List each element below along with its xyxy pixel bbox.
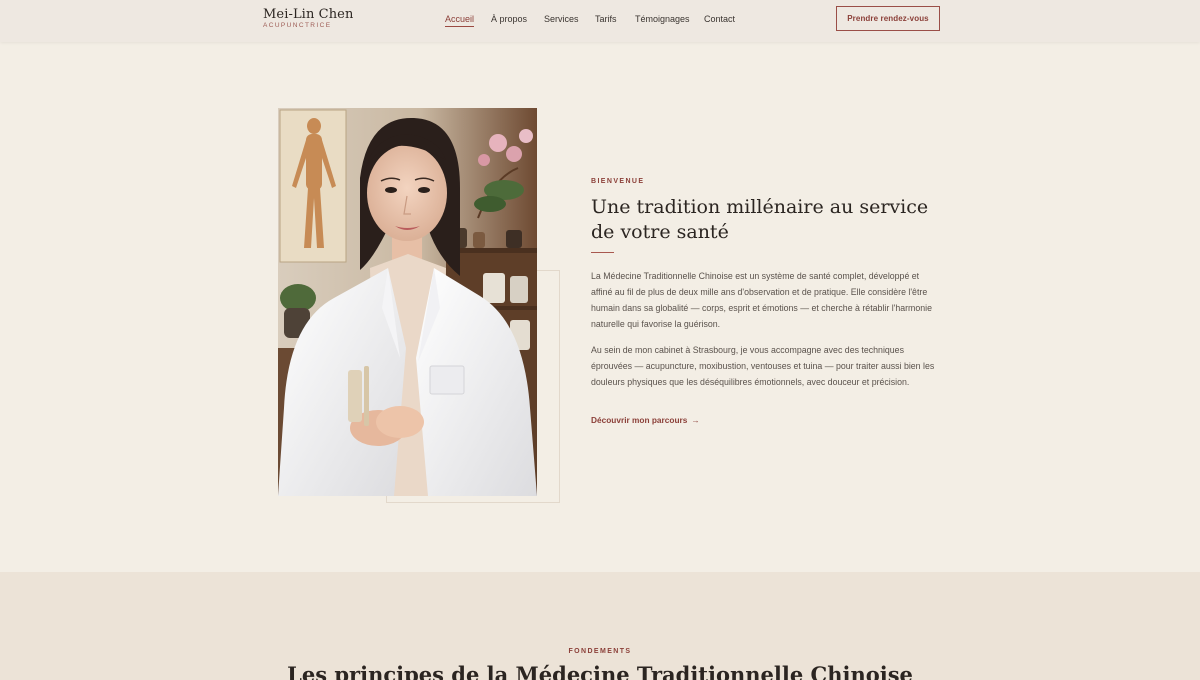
nav-item-accueil[interactable]: Accueil — [445, 14, 475, 27]
nav-item-a-propos[interactable]: À propos — [491, 14, 527, 25]
discover-journey-link[interactable]: Découvrir mon parcours → — [591, 415, 700, 425]
nav-item-label: Accueil — [445, 14, 475, 24]
site-header: Mei-Lin Chen ACUPUNCTRICE Accueil À prop… — [0, 0, 1200, 42]
arrow-right-icon: → — [691, 415, 700, 425]
book-appointment-button[interactable]: Prendre rendez-vous — [836, 6, 940, 31]
practitioner-photo — [278, 108, 537, 496]
active-nav-underline — [445, 26, 475, 27]
nav-item-tarifs[interactable]: Tarifs — [595, 14, 617, 25]
principles-section: FONDEMENTS Les principes de la Médecine … — [0, 572, 1200, 680]
nav-item-temoignages[interactable]: Témoignages — [635, 14, 690, 25]
hero-paragraph-1: La Médecine Traditionnelle Chinoise est … — [591, 271, 933, 329]
hero-title: Une tradition millénaire au service de v… — [591, 196, 929, 243]
hero-eyebrow: BIENVENUE — [591, 178, 645, 185]
nav-item-contact[interactable]: Contact — [704, 14, 735, 25]
nav-item-services[interactable]: Services — [544, 14, 579, 25]
section-eyebrow: FONDEMENTS — [568, 648, 632, 655]
discover-link-label: Découvrir mon parcours — [591, 415, 688, 425]
title-divider — [591, 252, 614, 253]
main-nav: Accueil À propos Services Tarifs Témoign… — [0, 14, 1200, 30]
hero-paragraph-2: Au sein de mon cabinet à Strasbourg, je … — [591, 345, 935, 387]
section-title: Les principes de la Médecine Traditionne… — [287, 662, 913, 680]
